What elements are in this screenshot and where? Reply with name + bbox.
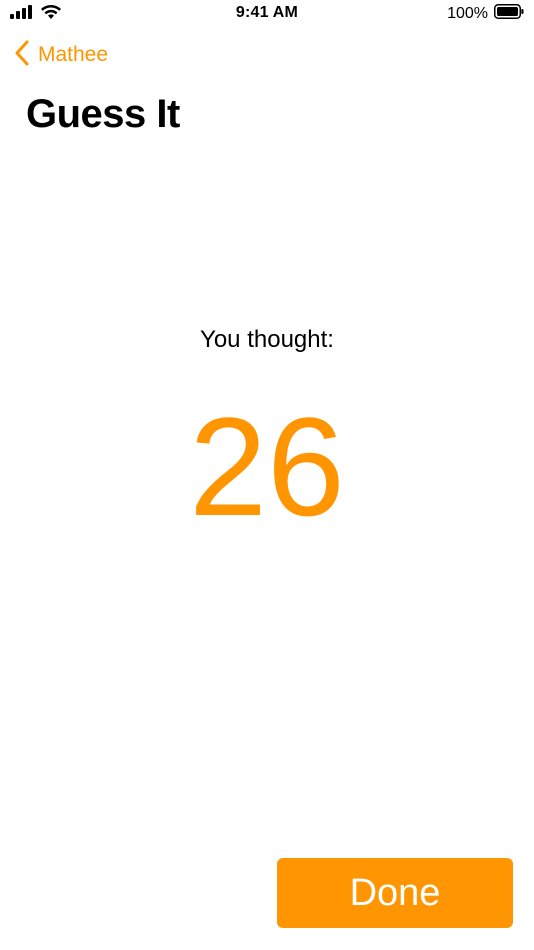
back-label: Mathee [38,43,109,66]
battery-icon [494,4,524,24]
prompt-text: You thought: [200,326,334,353]
battery-percentage: 100% [447,5,488,22]
guessed-number: 26 [189,388,345,545]
status-bar: 9:41 AM 100% [0,0,534,28]
page-title: Guess It [26,92,180,136]
back-button[interactable]: Mathee [14,40,108,70]
status-right: 100% [447,4,524,24]
done-button[interactable]: Done [277,858,513,928]
chevron-left-icon [14,40,30,71]
